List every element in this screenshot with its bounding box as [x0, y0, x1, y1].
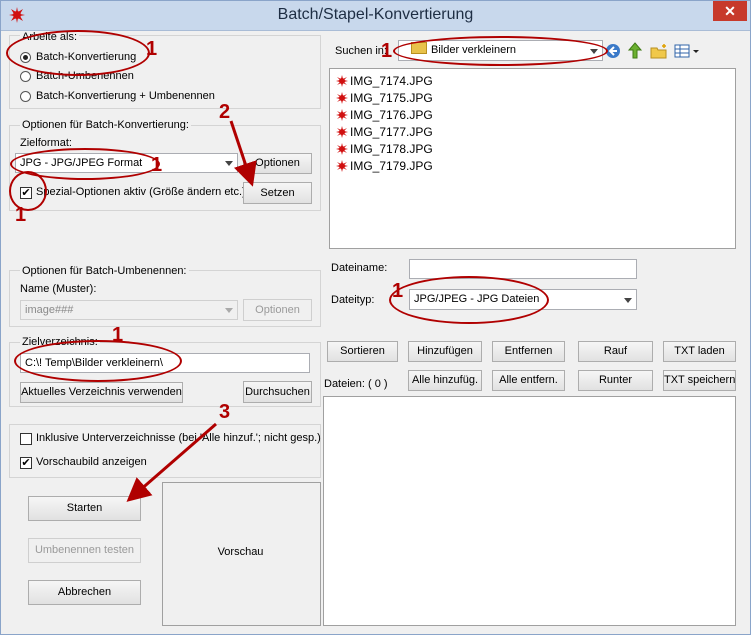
annotation-number: 1: [15, 204, 27, 226]
annotation-number: 1: [146, 38, 158, 60]
annotation-number: 1: [381, 40, 393, 62]
annotation-arrows: [126, 120, 257, 502]
annotation-ellipse: [14, 340, 182, 382]
annotation-number: 3: [219, 401, 231, 423]
annotation-number: 1: [392, 280, 404, 302]
annotation-ellipse: [393, 36, 608, 66]
annotation-number: 1: [112, 324, 124, 346]
annotation-number: 2: [219, 101, 231, 123]
annotation-arrow-2: [229, 120, 257, 187]
annotation-ellipse: [6, 30, 150, 76]
annotation-number: 1: [151, 154, 163, 176]
annotation-arrow-3: [126, 422, 217, 502]
batch-window: Batch/Stapel-Konvertierung ✕ Arbeite als…: [0, 0, 751, 635]
annotation-ellipse: [389, 276, 549, 324]
